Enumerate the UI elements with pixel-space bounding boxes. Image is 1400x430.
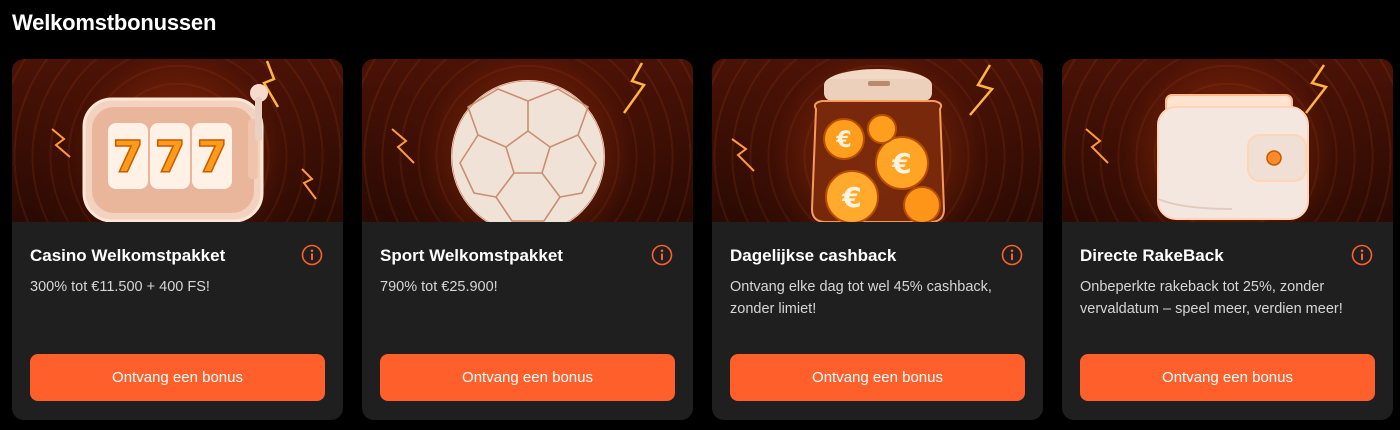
svg-text:€: € bbox=[841, 181, 861, 214]
claim-bonus-button[interactable]: Ontvang een bonus bbox=[1080, 354, 1375, 401]
svg-text:€: € bbox=[891, 147, 911, 180]
card-description: Ontvang elke dag tot wel 45% cashback, z… bbox=[730, 279, 992, 317]
card-illustration bbox=[362, 59, 693, 222]
card-illustration: 7 7 7 bbox=[12, 59, 343, 222]
slot-machine-777-icon: 7 7 7 bbox=[51, 60, 317, 222]
card-description: 790% tot €25.900! bbox=[380, 279, 498, 295]
card-illustration bbox=[1062, 59, 1393, 222]
bonus-card-cashback: € € € Dagelijkse cashback Ontvang elke d… bbox=[712, 59, 1043, 420]
claim-bonus-button[interactable]: Ontvang een bonus bbox=[380, 354, 675, 401]
card-illustration: € € € bbox=[712, 59, 1043, 222]
section-title: Welkomstbonussen bbox=[12, 10, 217, 35]
svg-text:7: 7 bbox=[155, 132, 186, 183]
claim-bonus-button[interactable]: Ontvang een bonus bbox=[730, 354, 1025, 401]
bonus-card-rakeback: Directe RakeBack Onbeperkte rakeback tot… bbox=[1062, 59, 1393, 420]
soccer-ball-icon bbox=[391, 62, 647, 222]
claim-bonus-button[interactable]: Ontvang een bonus bbox=[30, 354, 325, 401]
svg-text:7: 7 bbox=[197, 132, 228, 183]
info-icon[interactable] bbox=[1001, 244, 1023, 266]
bonus-card-sport: Sport Welkomstpakket 790% tot €25.900! O… bbox=[362, 59, 693, 420]
svg-text:€: € bbox=[835, 128, 851, 153]
wallet-icon bbox=[1085, 64, 1329, 220]
card-description: Onbeperkte rakeback tot 25%, zonder verv… bbox=[1080, 279, 1343, 317]
card-description: 300% tot €11.500 + 400 FS! bbox=[30, 279, 210, 295]
svg-text:7: 7 bbox=[113, 132, 144, 183]
info-icon[interactable] bbox=[301, 244, 323, 266]
euro-coin-jar-icon: € € € bbox=[731, 64, 995, 222]
bonus-card-casino: 7 7 7 Casino Welkomstpakket 300% tot €11… bbox=[12, 59, 343, 420]
card-title: Sport Welkomstpakket bbox=[380, 246, 563, 265]
card-title: Dagelijkse cashback bbox=[730, 246, 897, 265]
welcome-bonus-cards: 7 7 7 Casino Welkomstpakket 300% tot €11… bbox=[12, 59, 1393, 420]
info-icon[interactable] bbox=[1351, 244, 1373, 266]
card-title: Casino Welkomstpakket bbox=[30, 246, 226, 265]
info-icon[interactable] bbox=[651, 244, 673, 266]
card-title: Directe RakeBack bbox=[1080, 246, 1224, 265]
